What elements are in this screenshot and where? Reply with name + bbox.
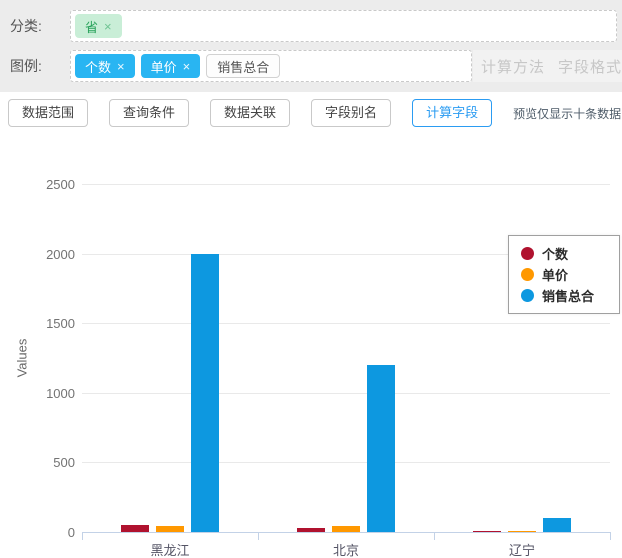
bar-个数-黑龙江[interactable]: [121, 525, 149, 532]
config-panel: 分类: 省 × 图例: 个数 × 单价 × 销售总合 计算方法 字段格式: [0, 0, 622, 92]
bar-个数-辽宁[interactable]: [473, 531, 501, 532]
calc-method-action: 计算方法: [481, 56, 545, 77]
legend-dot-icon: [521, 247, 534, 260]
remove-tag-icon[interactable]: ×: [183, 60, 191, 73]
legend-item-label: 单价: [542, 265, 568, 284]
tag-label: 省: [85, 17, 98, 36]
x-axis-line: [82, 532, 611, 533]
x-axis-category-label: 黑龙江: [82, 540, 258, 558]
legend-tag-sales-total[interactable]: 销售总合: [206, 54, 280, 78]
tag-label: 单价: [151, 57, 177, 76]
data-association-button[interactable]: 数据关联: [210, 99, 290, 127]
x-axis-tick: [610, 532, 611, 540]
category-label: 分类:: [10, 10, 68, 42]
chart-legend: 个数单价销售总合: [508, 235, 620, 314]
bar-单价-北京[interactable]: [332, 526, 360, 532]
remove-tag-icon[interactable]: ×: [104, 20, 112, 33]
bar-个数-北京[interactable]: [297, 528, 325, 532]
field-alias-button[interactable]: 字段别名: [311, 99, 391, 127]
x-axis-tick: [434, 532, 435, 540]
y-axis-tick-label: 2500: [0, 177, 75, 192]
gridline: [82, 323, 610, 324]
legend-label: 图例:: [10, 50, 68, 82]
tag-label: 销售总合: [217, 57, 269, 76]
legend-item-单价[interactable]: 单价: [521, 264, 611, 285]
tag-label: 个数: [85, 57, 111, 76]
bar-销售总合-北京[interactable]: [367, 365, 395, 532]
legend-item-label: 销售总合: [542, 286, 594, 305]
field-format-action: 字段格式: [558, 56, 622, 77]
bar-销售总合-黑龙江[interactable]: [191, 254, 219, 532]
bar-单价-辽宁[interactable]: [508, 531, 536, 532]
field-actions-panel: 计算方法 字段格式: [473, 50, 622, 82]
legend-dot-icon: [521, 289, 534, 302]
preview-note: 预览仅显示十条数据: [513, 105, 621, 122]
query-condition-button[interactable]: 查询条件: [109, 99, 189, 127]
legend-dot-icon: [521, 268, 534, 281]
data-range-button[interactable]: 数据范围: [8, 99, 88, 127]
legend-item-个数[interactable]: 个数: [521, 243, 611, 264]
legend-tag-count[interactable]: 个数 ×: [75, 54, 135, 78]
legend-dropzone[interactable]: 个数 × 单价 × 销售总合: [70, 50, 472, 82]
category-tag-province[interactable]: 省 ×: [75, 14, 122, 38]
bar-销售总合-辽宁[interactable]: [543, 518, 571, 532]
y-axis-tick-label: 1000: [0, 386, 75, 401]
category-dropzone[interactable]: 省 ×: [70, 10, 617, 42]
y-axis-tick-label: 1500: [0, 316, 75, 331]
y-axis-tick-label: 0: [0, 525, 75, 540]
calculated-field-button[interactable]: 计算字段: [412, 99, 492, 127]
remove-tag-icon[interactable]: ×: [117, 60, 125, 73]
legend-item-销售总合[interactable]: 销售总合: [521, 285, 611, 306]
gridline: [82, 184, 610, 185]
gridline: [82, 462, 610, 463]
legend-item-label: 个数: [542, 244, 568, 263]
app-root: 分类: 省 × 图例: 个数 × 单价 × 销售总合 计算方法 字段格式: [0, 0, 622, 558]
x-axis-tick: [258, 532, 259, 540]
toolbar: 数据范围 查询条件 数据关联 字段别名 计算字段 预览仅显示十条数据: [8, 99, 618, 127]
bar-chart: 0 500 1000 1500 2000 2500 Values 黑龙江北京辽宁 个数单价销售总…: [0, 155, 622, 558]
x-axis-category-label: 辽宁: [434, 540, 610, 558]
x-axis-tick: [82, 532, 83, 540]
y-axis-tick-label: 500: [0, 455, 75, 470]
y-axis-tick-label: 2000: [0, 247, 75, 262]
gridline: [82, 393, 610, 394]
x-axis-category-label: 北京: [258, 540, 434, 558]
y-axis-title: Values: [15, 339, 30, 378]
legend-tag-unit-price[interactable]: 单价 ×: [141, 54, 201, 78]
bar-单价-黑龙江[interactable]: [156, 526, 184, 532]
